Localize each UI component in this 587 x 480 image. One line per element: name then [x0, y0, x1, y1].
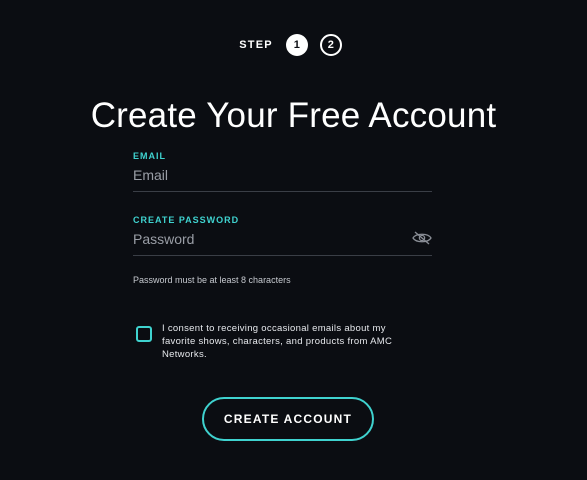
password-label: CREATE PASSWORD — [133, 215, 240, 225]
consent-text: I consent to receiving occasional emails… — [162, 323, 393, 360]
consent-row: I consent to receiving occasional emails… — [136, 322, 422, 361]
step-1-indicator: 1 — [285, 34, 308, 56]
consent-checkbox[interactable] — [136, 326, 152, 342]
email-field-group: EMAIL — [133, 151, 432, 192]
create-account-button[interactable]: CREATE ACCOUNT — [202, 397, 374, 441]
password-hint: Password must be at least 8 characters — [133, 275, 291, 285]
email-label: EMAIL — [133, 151, 166, 161]
step-2-indicator: 2 — [319, 34, 342, 56]
page-title: Create Your Free Account — [90, 96, 497, 135]
password-input[interactable] — [133, 227, 432, 256]
step-label: STEP — [239, 39, 273, 51]
email-input[interactable] — [133, 163, 432, 192]
eye-slash-icon[interactable] — [412, 231, 432, 245]
step-indicator: STEP 1 2 — [0, 34, 587, 56]
signup-page: STEP 1 2 Create Your Free Account EMAIL … — [0, 0, 587, 480]
password-field-group: CREATE PASSWORD — [133, 215, 432, 256]
